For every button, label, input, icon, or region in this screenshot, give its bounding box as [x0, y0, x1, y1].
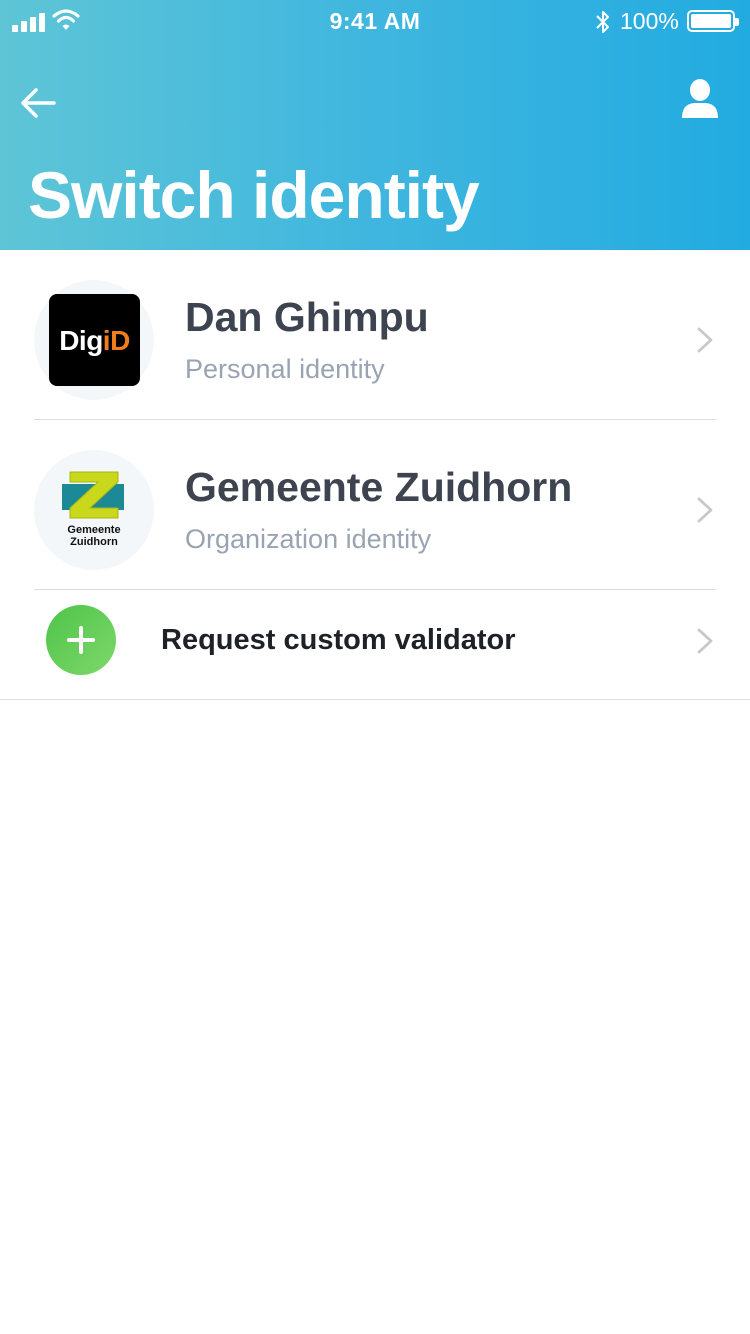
add-validator-button[interactable] [46, 605, 116, 675]
zuidhorn-logo: Gemeente Zuidhorn [56, 470, 132, 550]
chevron-right-icon [697, 327, 713, 353]
identity-list: DigiD Dan Ghimpu Personal identity Gemee… [0, 250, 750, 700]
status-bar: 9:41 AM 100% [0, 0, 750, 42]
identity-name: Dan Ghimpu [185, 294, 429, 340]
identity-row-gemeente-zuidhorn[interactable]: Gemeente Zuidhorn Gemeente Zuidhorn Orga… [0, 420, 750, 590]
page-title: Switch identity [28, 158, 480, 232]
request-custom-validator-row[interactable]: Request custom validator [0, 590, 750, 700]
digid-logo: DigiD [49, 294, 140, 386]
zuidhorn-logo-avatar: Gemeente Zuidhorn [34, 450, 154, 570]
battery-percentage: 100% [620, 8, 679, 34]
divider [0, 699, 750, 700]
arrow-left-icon[interactable] [18, 82, 60, 124]
user-icon[interactable] [680, 78, 720, 122]
chevron-right-icon [697, 628, 713, 654]
identity-row-dan-ghimpu[interactable]: DigiD Dan Ghimpu Personal identity [0, 250, 750, 420]
plus-icon [67, 626, 95, 654]
identity-type: Organization identity [185, 524, 432, 554]
bluetooth-icon [596, 11, 609, 33]
header: 9:41 AM 100% Switch identity [0, 0, 750, 250]
identity-name: Gemeente Zuidhorn [185, 464, 573, 510]
identity-type: Personal identity [185, 354, 385, 384]
request-custom-validator-label: Request custom validator [161, 624, 516, 656]
digid-logo-avatar: DigiD [34, 280, 154, 400]
chevron-right-icon [697, 497, 713, 523]
battery-icon [687, 10, 739, 32]
